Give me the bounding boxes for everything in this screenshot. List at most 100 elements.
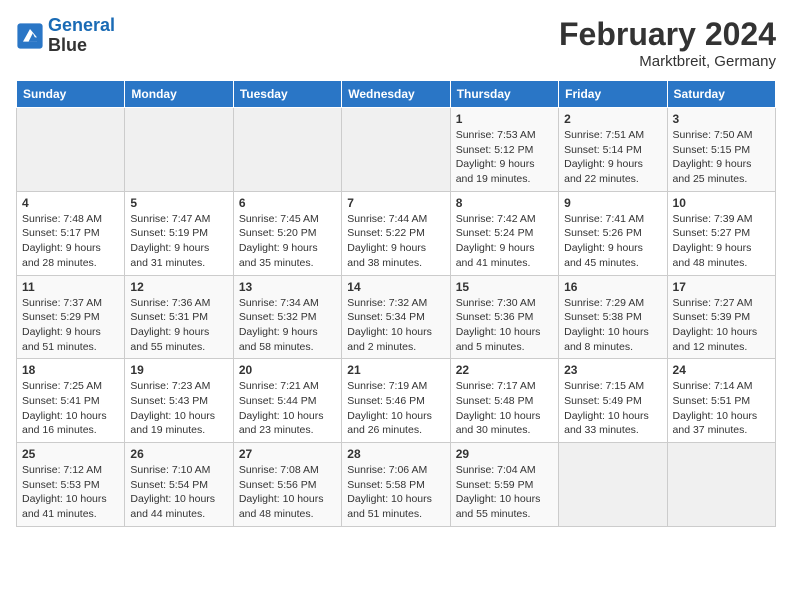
day-info: Sunrise: 7:42 AM Sunset: 5:24 PM Dayligh… [456, 212, 553, 271]
day-info: Sunrise: 7:19 AM Sunset: 5:46 PM Dayligh… [347, 379, 444, 438]
calendar-cell: 5Sunrise: 7:47 AM Sunset: 5:19 PM Daylig… [125, 191, 233, 275]
day-number: 28 [347, 447, 444, 461]
day-number: 9 [564, 196, 661, 210]
calendar-cell: 6 Sunrise: 7:45 AM Sunset: 5:20 PM Daylig… [233, 191, 341, 275]
calendar-cell: 18 Sunrise: 7:25 AM Sunset: 5:41 PM Dayli… [17, 359, 125, 443]
calendar-cell: 21 Sunrise: 7:19 AM Sunset: 5:46 PM Dayli… [342, 359, 450, 443]
day-info: Sunrise: 7:44 AM Sunset: 5:22 PM Dayligh… [347, 212, 444, 271]
day-of-week-header: Sunday [17, 81, 125, 108]
day-info: Sunrise: 7:23 AM Sunset: 5:43 PM Dayligh… [130, 379, 227, 438]
calendar-cell [17, 108, 125, 192]
title-block: February 2024 Marktbreit, Germany [559, 16, 776, 70]
logo-text: General Blue [48, 16, 115, 56]
day-info: Sunrise: 7:04 AM Sunset: 5:59 PM Dayligh… [456, 463, 553, 522]
day-number: 26 [130, 447, 227, 461]
day-info: Sunrise: 7:51 AM Sunset: 5:14 PM Dayligh… [564, 128, 661, 187]
calendar-cell: 2 Sunrise: 7:51 AM Sunset: 5:14 PM Daylig… [559, 108, 667, 192]
day-number: 22 [456, 363, 553, 377]
day-info: Sunrise: 7:53 AM Sunset: 5:12 PM Dayligh… [456, 128, 553, 187]
day-info: Sunrise: 7:45 AM Sunset: 5:20 PM Dayligh… [239, 212, 336, 271]
calendar-cell: 4 Sunrise: 7:48 AM Sunset: 5:17 PM Daylig… [17, 191, 125, 275]
header-row: SundayMondayTuesdayWednesdayThursdayFrid… [17, 81, 776, 108]
day-info: Sunrise: 7:48 AM Sunset: 5:17 PM Dayligh… [22, 212, 119, 271]
calendar-cell: 14 Sunrise: 7:32 AM Sunset: 5:34 PM Dayli… [342, 275, 450, 359]
day-number: 4 [22, 196, 119, 210]
logo: General Blue [16, 16, 115, 56]
day-of-week-header: Monday [125, 81, 233, 108]
logo-blue: Blue [48, 36, 115, 56]
calendar-body: 1Sunrise: 7:53 AM Sunset: 5:12 PM Daylig… [17, 108, 776, 527]
day-info: Sunrise: 7:29 AM Sunset: 5:38 PM Dayligh… [564, 296, 661, 355]
day-number: 13 [239, 280, 336, 294]
calendar-cell: 29 Sunrise: 7:04 AM Sunset: 5:59 PM Dayli… [450, 443, 558, 527]
day-of-week-header: Wednesday [342, 81, 450, 108]
day-number: 3 [673, 112, 770, 126]
calendar-header: SundayMondayTuesdayWednesdayThursdayFrid… [17, 81, 776, 108]
calendar-cell: 15 Sunrise: 7:30 AM Sunset: 5:36 PM Dayli… [450, 275, 558, 359]
day-of-week-header: Tuesday [233, 81, 341, 108]
day-info: Sunrise: 7:15 AM Sunset: 5:49 PM Dayligh… [564, 379, 661, 438]
day-info: Sunrise: 7:37 AM Sunset: 5:29 PM Dayligh… [22, 296, 119, 355]
day-of-week-header: Friday [559, 81, 667, 108]
calendar-cell: 20 Sunrise: 7:21 AM Sunset: 5:44 PM Dayli… [233, 359, 341, 443]
day-number: 21 [347, 363, 444, 377]
calendar-cell [342, 108, 450, 192]
day-number: 14 [347, 280, 444, 294]
calendar-cell: 27Sunrise: 7:08 AM Sunset: 5:56 PM Dayli… [233, 443, 341, 527]
day-info: Sunrise: 7:30 AM Sunset: 5:36 PM Dayligh… [456, 296, 553, 355]
day-info: Sunrise: 7:41 AM Sunset: 5:26 PM Dayligh… [564, 212, 661, 271]
calendar-cell: 17Sunrise: 7:27 AM Sunset: 5:39 PM Dayli… [667, 275, 775, 359]
calendar-cell: 24 Sunrise: 7:14 AM Sunset: 5:51 PM Dayli… [667, 359, 775, 443]
calendar-cell: 25Sunrise: 7:12 AM Sunset: 5:53 PM Dayli… [17, 443, 125, 527]
day-info: Sunrise: 7:32 AM Sunset: 5:34 PM Dayligh… [347, 296, 444, 355]
day-number: 11 [22, 280, 119, 294]
day-number: 24 [673, 363, 770, 377]
day-number: 6 [239, 196, 336, 210]
calendar-cell: 23 Sunrise: 7:15 AM Sunset: 5:49 PM Dayli… [559, 359, 667, 443]
calendar-cell: 12 Sunrise: 7:36 AM Sunset: 5:31 PM Dayli… [125, 275, 233, 359]
calendar-week-row: 1Sunrise: 7:53 AM Sunset: 5:12 PM Daylig… [17, 108, 776, 192]
day-number: 15 [456, 280, 553, 294]
calendar-cell: 1Sunrise: 7:53 AM Sunset: 5:12 PM Daylig… [450, 108, 558, 192]
calendar-cell: 3Sunrise: 7:50 AM Sunset: 5:15 PM Daylig… [667, 108, 775, 192]
day-number: 25 [22, 447, 119, 461]
day-number: 8 [456, 196, 553, 210]
day-info: Sunrise: 7:17 AM Sunset: 5:48 PM Dayligh… [456, 379, 553, 438]
calendar-cell: 9 Sunrise: 7:41 AM Sunset: 5:26 PM Daylig… [559, 191, 667, 275]
day-number: 2 [564, 112, 661, 126]
calendar-cell [233, 108, 341, 192]
calendar-cell: 13 Sunrise: 7:34 AM Sunset: 5:32 PM Dayli… [233, 275, 341, 359]
day-info: Sunrise: 7:21 AM Sunset: 5:44 PM Dayligh… [239, 379, 336, 438]
calendar-week-row: 4 Sunrise: 7:48 AM Sunset: 5:17 PM Daylig… [17, 191, 776, 275]
day-number: 19 [130, 363, 227, 377]
logo-icon [16, 22, 44, 50]
day-number: 10 [673, 196, 770, 210]
day-info: Sunrise: 7:08 AM Sunset: 5:56 PM Dayligh… [239, 463, 336, 522]
day-info: Sunrise: 7:14 AM Sunset: 5:51 PM Dayligh… [673, 379, 770, 438]
day-info: Sunrise: 7:39 AM Sunset: 5:27 PM Dayligh… [673, 212, 770, 271]
day-number: 20 [239, 363, 336, 377]
day-info: Sunrise: 7:36 AM Sunset: 5:31 PM Dayligh… [130, 296, 227, 355]
day-info: Sunrise: 7:34 AM Sunset: 5:32 PM Dayligh… [239, 296, 336, 355]
calendar-cell: 11 Sunrise: 7:37 AM Sunset: 5:29 PM Dayli… [17, 275, 125, 359]
calendar-cell: 8 Sunrise: 7:42 AM Sunset: 5:24 PM Daylig… [450, 191, 558, 275]
day-info: Sunrise: 7:25 AM Sunset: 5:41 PM Dayligh… [22, 379, 119, 438]
calendar-cell [125, 108, 233, 192]
day-number: 7 [347, 196, 444, 210]
day-number: 29 [456, 447, 553, 461]
page-header: General Blue February 2024 Marktbreit, G… [16, 16, 776, 70]
calendar-cell: 26Sunrise: 7:10 AM Sunset: 5:54 PM Dayli… [125, 443, 233, 527]
logo-general: General [48, 15, 115, 35]
calendar-cell: 16 Sunrise: 7:29 AM Sunset: 5:38 PM Dayli… [559, 275, 667, 359]
location-subtitle: Marktbreit, Germany [559, 53, 776, 70]
day-info: Sunrise: 7:06 AM Sunset: 5:58 PM Dayligh… [347, 463, 444, 522]
day-number: 12 [130, 280, 227, 294]
day-number: 18 [22, 363, 119, 377]
day-of-week-header: Saturday [667, 81, 775, 108]
day-info: Sunrise: 7:27 AM Sunset: 5:39 PM Dayligh… [673, 296, 770, 355]
calendar-cell: 22 Sunrise: 7:17 AM Sunset: 5:48 PM Dayli… [450, 359, 558, 443]
day-of-week-header: Thursday [450, 81, 558, 108]
day-number: 16 [564, 280, 661, 294]
day-info: Sunrise: 7:47 AM Sunset: 5:19 PM Dayligh… [130, 212, 227, 271]
day-number: 23 [564, 363, 661, 377]
